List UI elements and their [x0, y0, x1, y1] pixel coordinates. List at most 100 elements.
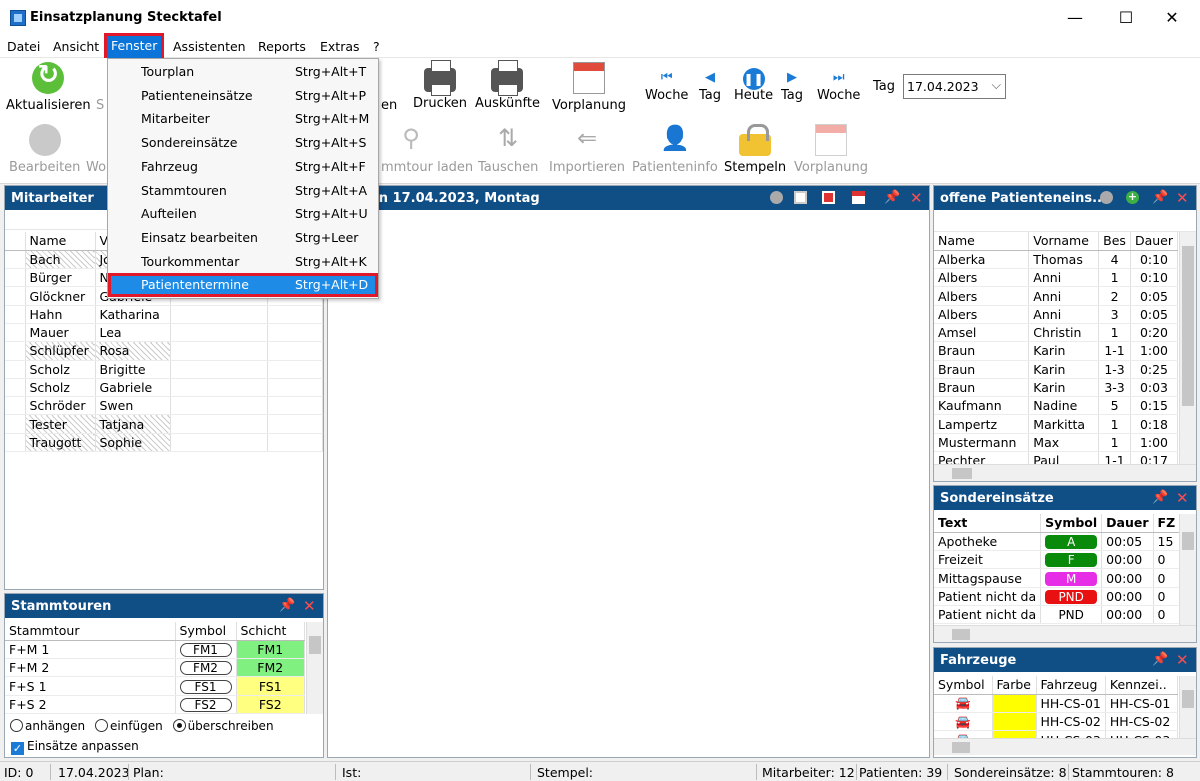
table-row[interactable]: Schlüpfer Rosa: [5, 341, 323, 361]
day-prev-button[interactable]: ◀ Tag: [699, 68, 721, 103]
horizontal-scrollbar[interactable]: [934, 738, 1196, 755]
table-row[interactable]: Alberka Thomas 4 0:10: [934, 250, 1178, 270]
menu-item-stammtouren[interactable]: Stammtouren Strg+Alt+A: [108, 179, 378, 203]
table-row[interactable]: F+S 1 FS1 FS1: [5, 676, 305, 696]
menu-extras[interactable]: Extras: [320, 39, 360, 54]
table-row[interactable]: F+M 1 FM1 FM1: [5, 640, 305, 660]
preplan2-button[interactable]: Vorplanung: [794, 124, 868, 175]
info-button[interactable]: Auskünfte: [475, 60, 540, 111]
chevron-down-icon[interactable]: ⌵: [992, 77, 1001, 93]
menu-item-mitarbeiter[interactable]: Mitarbeiter Strg+Alt+M: [108, 107, 378, 131]
col-text[interactable]: Text: [934, 514, 1042, 533]
horizontal-scrollbar[interactable]: [934, 625, 1196, 642]
minimize-button[interactable]: —: [1063, 6, 1087, 30]
menu-item-tourplan[interactable]: Tourplan Strg+Alt+T: [108, 60, 378, 84]
import-button[interactable]: ⇐ Importieren: [549, 124, 625, 175]
col-stammtour[interactable]: Stammtour: [5, 622, 176, 641]
vertical-scrollbar[interactable]: [1179, 676, 1196, 738]
col-schicht[interactable]: Schicht: [236, 622, 305, 641]
globe-icon[interactable]: [1100, 191, 1113, 204]
stamp-button[interactable]: Stempeln: [724, 124, 786, 175]
table-row[interactable]: Mustermann Max 1 1:00: [934, 433, 1178, 453]
col-fz[interactable]: FZ: [1153, 514, 1181, 533]
globe-icon[interactable]: [770, 191, 783, 204]
menu-help[interactable]: ?: [373, 39, 380, 54]
col-name[interactable]: Name: [25, 232, 96, 251]
table-row[interactable]: Pechter Paul 1-1 0:17: [934, 451, 1178, 464]
table-row[interactable]: Mittagspause M 00:00 0: [934, 568, 1181, 588]
table-row[interactable]: 🚘 HH-CS-02 HH-CS-02: [934, 712, 1178, 732]
close-icon[interactable]: ✕: [910, 189, 923, 207]
col-name[interactable]: Name: [934, 232, 1030, 251]
pin-icon[interactable]: 📌: [279, 598, 295, 613]
pin-icon[interactable]: 📌: [1152, 490, 1168, 505]
table-row[interactable]: Albers Anni 2 0:05: [934, 286, 1178, 306]
col-vorname[interactable]: Vorname: [1028, 232, 1100, 251]
menu-item-patiententermine[interactable]: Patiententermine Strg+Alt+D: [108, 273, 378, 297]
date-picker[interactable]: 17.04.2023 ⌵: [903, 74, 1006, 99]
table-row[interactable]: Traugott Sophie: [5, 433, 323, 453]
col-farbe[interactable]: Farbe: [992, 676, 1037, 695]
window-icon[interactable]: [852, 191, 865, 204]
col-symbol[interactable]: Symbol: [1040, 514, 1103, 533]
table-row[interactable]: Amsel Christin 1 0:20: [934, 323, 1178, 343]
table-row[interactable]: Braun Karin 3-3 0:03: [934, 378, 1178, 398]
patientinfo-button[interactable]: 👤 Patienteninfo: [632, 124, 718, 175]
vertical-scrollbar[interactable]: [1179, 514, 1196, 626]
table-row[interactable]: Braun Karin 1-1 1:00: [934, 341, 1178, 361]
table-row[interactable]: Tester Tatjana: [5, 414, 323, 434]
table-row[interactable]: Patient nicht da PND 00:00 0: [934, 605, 1181, 625]
table-row[interactable]: Albers Anni 3 0:05: [934, 305, 1178, 324]
menu-item-patienteneinsätze[interactable]: Patienteneinsätze Strg+Alt+P: [108, 84, 378, 108]
close-icon[interactable]: ✕: [303, 597, 316, 615]
table-row[interactable]: Patient nicht da PND 00:00 0: [934, 587, 1181, 606]
table-row[interactable]: Kaufmann Nadine 5 0:15: [934, 396, 1178, 416]
week-prev-button[interactable]: ⏮ Woche: [645, 68, 688, 103]
close-button[interactable]: ✕: [1160, 6, 1184, 30]
vertical-scrollbar[interactable]: [1179, 232, 1196, 464]
preplan-button[interactable]: Vorplanung: [552, 62, 626, 113]
table-row[interactable]: F+M 2 FM2 FM2: [5, 658, 305, 678]
columns-icon[interactable]: [794, 191, 807, 204]
print-button[interactable]: Drucken: [413, 60, 467, 111]
table-row[interactable]: Apotheke A 00:05 15: [934, 532, 1181, 552]
pin-icon[interactable]: 📌: [884, 190, 900, 205]
table-row[interactable]: Lampertz Markitta 1 0:18: [934, 414, 1178, 434]
table-row[interactable]: F+S 2 FS2 FS2: [5, 695, 305, 714]
horizontal-scrollbar[interactable]: [934, 464, 1196, 481]
table-row[interactable]: Scholz Brigitte: [5, 360, 323, 379]
col-bes[interactable]: Bes: [1098, 232, 1131, 251]
col-fahrzeug[interactable]: Fahrzeug: [1036, 676, 1106, 695]
radio-insert[interactable]: einfügen: [94, 719, 163, 733]
table-row[interactable]: 🚘 HH-CS-03HH-CS-03: [934, 730, 1178, 738]
col-symbol[interactable]: Symbol: [934, 676, 993, 695]
adjust-checkbox[interactable]: ✓ Einsätze anpassen: [11, 739, 139, 755]
col-kennzeichen[interactable]: Kennzei..: [1105, 676, 1178, 695]
col-dauer[interactable]: Dauer: [1130, 232, 1178, 251]
menu-item-aufteilen[interactable]: Aufteilen Strg+Alt+U: [108, 202, 378, 226]
wo-button-partial[interactable]: Wo: [86, 160, 106, 175]
menu-item-sondereinsätze[interactable]: Sondereinsätze Strg+Alt+S: [108, 131, 378, 155]
menu-item-fahrzeug[interactable]: Fahrzeug Strg+Alt+F: [108, 155, 378, 179]
col-symbol[interactable]: Symbol: [175, 622, 237, 641]
table-row[interactable]: 🚘 HH-CS-01 HH-CS-01: [934, 694, 1178, 714]
close-icon[interactable]: ✕: [1176, 189, 1189, 207]
edit-button[interactable]: Bearbeiten: [9, 124, 80, 175]
menu-assistenten[interactable]: Assistenten: [173, 39, 246, 54]
maximize-button[interactable]: ☐: [1114, 6, 1138, 30]
menu-reports[interactable]: Reports: [258, 39, 306, 54]
menu-datei[interactable]: Datei: [7, 39, 40, 54]
menu-item-tourkommentar[interactable]: Tourkommentar Strg+Alt+K: [108, 250, 378, 274]
menu-fenster[interactable]: Fenster: [103, 33, 165, 61]
add-icon[interactable]: +: [1126, 191, 1139, 204]
partial-button[interactable]: en: [381, 98, 397, 113]
menu-ansicht[interactable]: Ansicht: [53, 39, 99, 54]
table-row[interactable]: Freizeit F 00:00 0: [934, 550, 1181, 570]
menu-item-einsatz-bearbeiten[interactable]: Einsatz bearbeiten Strg+Leer: [108, 226, 378, 250]
table-row[interactable]: Mauer Lea: [5, 323, 323, 343]
grid-icon[interactable]: [822, 191, 835, 204]
vertical-scrollbar[interactable]: [306, 622, 323, 714]
today-button[interactable]: ❚❚ Heute: [734, 68, 773, 103]
table-row[interactable]: Braun Karin 1-3 0:25: [934, 360, 1178, 379]
swap-button[interactable]: ⇅ Tauschen: [478, 124, 538, 175]
